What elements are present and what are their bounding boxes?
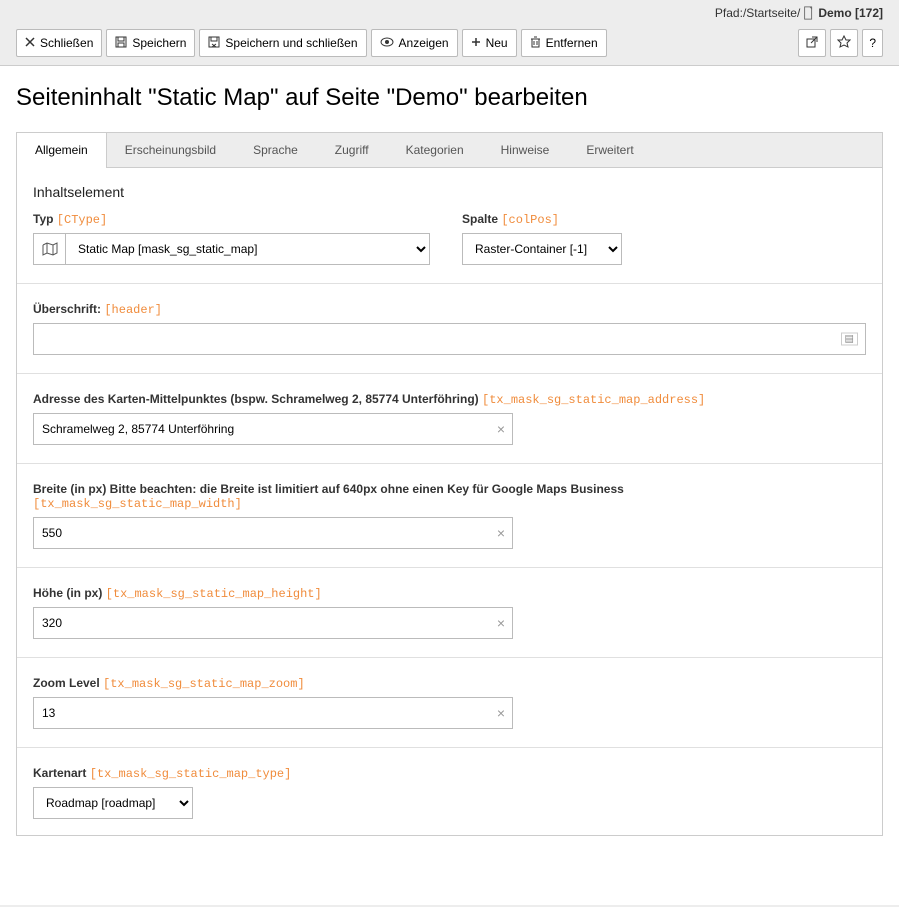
- width-input[interactable]: [33, 517, 513, 549]
- column-label: Spalte [colPos]: [462, 212, 622, 227]
- clear-icon[interactable]: ×: [497, 525, 505, 541]
- save-button[interactable]: Speichern: [106, 29, 195, 57]
- clear-icon[interactable]: ×: [497, 421, 505, 437]
- zoom-label: Zoom Level [tx_mask_sg_static_map_zoom]: [33, 676, 866, 691]
- type-label: Typ [CType]: [33, 212, 430, 227]
- address-tech: [tx_mask_sg_static_map_address]: [482, 393, 705, 407]
- open-external-button[interactable]: [798, 29, 826, 57]
- clear-icon[interactable]: ×: [497, 615, 505, 631]
- column-tech: [colPos]: [501, 213, 559, 227]
- delete-label: Entfernen: [546, 36, 598, 50]
- address-input[interactable]: [33, 413, 513, 445]
- path-label: Pfad:: [715, 6, 743, 21]
- save-close-icon: [208, 36, 220, 51]
- tab-general[interactable]: Allgemein: [17, 133, 107, 167]
- page-title: Seiteninhalt "Static Map" auf Seite "Dem…: [0, 66, 899, 132]
- width-tech: [tx_mask_sg_static_map_width]: [33, 497, 242, 511]
- save-label: Speichern: [132, 36, 186, 50]
- delete-button[interactable]: Entfernen: [521, 29, 607, 57]
- eye-icon: [380, 36, 394, 50]
- tab-appearance[interactable]: Erscheinungsbild: [107, 133, 235, 167]
- tab-notes[interactable]: Hinweise: [483, 133, 569, 167]
- view-button[interactable]: Anzeigen: [371, 29, 458, 57]
- tab-panel: Inhaltselement Typ [CType] Static Map [m…: [16, 167, 883, 836]
- map-icon: [33, 233, 65, 265]
- page-icon: [800, 6, 818, 21]
- close-button[interactable]: Schließen: [16, 29, 102, 57]
- save-icon: [115, 36, 127, 51]
- section-heading: Inhaltselement: [33, 184, 866, 200]
- divider: [17, 567, 882, 568]
- type-select[interactable]: Static Map [mask_sg_static_map]: [65, 233, 430, 265]
- breadcrumb: Pfad: /Startseite/ Demo [172]: [0, 0, 899, 25]
- bookmark-button[interactable]: [830, 29, 858, 57]
- tab-categories[interactable]: Kategorien: [388, 133, 483, 167]
- path-root[interactable]: /Startseite/: [743, 6, 800, 21]
- type-tech: [CType]: [57, 213, 107, 227]
- height-tech: [tx_mask_sg_static_map_height]: [106, 587, 322, 601]
- tab-extended[interactable]: Erweitert: [568, 133, 652, 167]
- save-close-label: Speichern und schließen: [225, 36, 357, 50]
- tab-access[interactable]: Zugriff: [317, 133, 388, 167]
- divider: [17, 747, 882, 748]
- maptype-tech: [tx_mask_sg_static_map_type]: [90, 767, 292, 781]
- clear-icon[interactable]: ×: [497, 705, 505, 721]
- help-label: ?: [869, 36, 876, 50]
- input-assist-icon[interactable]: ▤: [841, 333, 858, 346]
- new-button[interactable]: Neu: [462, 29, 517, 57]
- maptype-label: Kartenart [tx_mask_sg_static_map_type]: [33, 766, 866, 781]
- toolbar: Schließen Speichern Speichern und schlie…: [0, 25, 899, 65]
- main-panel: Seiteninhalt "Static Map" auf Seite "Dem…: [0, 65, 899, 905]
- maptype-select[interactable]: Roadmap [roadmap]: [33, 787, 193, 819]
- width-label: Breite (in px) Bitte beachten: die Breit…: [33, 482, 753, 511]
- save-close-button[interactable]: Speichern und schließen: [199, 29, 366, 57]
- column-select[interactable]: Raster-Container [-1]: [462, 233, 622, 265]
- help-button[interactable]: ?: [862, 29, 883, 57]
- path-current: Demo [172]: [818, 6, 883, 21]
- divider: [17, 657, 882, 658]
- tab-language[interactable]: Sprache: [235, 133, 317, 167]
- zoom-input[interactable]: [33, 697, 513, 729]
- tabs: Allgemein Erscheinungsbild Sprache Zugri…: [16, 132, 883, 167]
- plus-icon: [471, 36, 481, 50]
- divider: [17, 373, 882, 374]
- view-label: Anzeigen: [399, 36, 449, 50]
- close-label: Schließen: [40, 36, 93, 50]
- address-label: Adresse des Karten-Mittelpunktes (bspw. …: [33, 392, 866, 407]
- header-label: Überschrift: [header]: [33, 302, 866, 317]
- header-input[interactable]: [33, 323, 866, 355]
- star-icon: [837, 35, 851, 52]
- divider: [17, 463, 882, 464]
- external-icon: [805, 35, 819, 52]
- trash-icon: [530, 36, 541, 51]
- header-tech: [header]: [104, 303, 162, 317]
- zoom-tech: [tx_mask_sg_static_map_zoom]: [103, 677, 305, 691]
- height-label: Höhe (in px) [tx_mask_sg_static_map_heig…: [33, 586, 866, 601]
- close-icon: [25, 36, 35, 50]
- divider: [17, 283, 882, 284]
- new-label: Neu: [486, 36, 508, 50]
- height-input[interactable]: [33, 607, 513, 639]
